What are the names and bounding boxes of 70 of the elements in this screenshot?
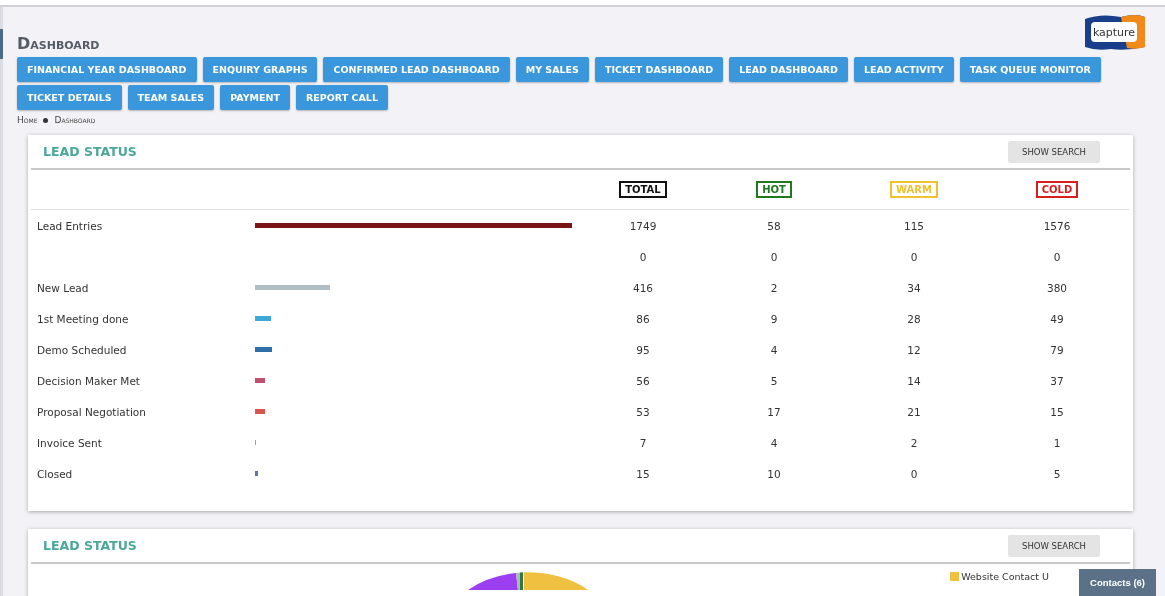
table-cell: 0 [910,467,918,480]
contacts-button[interactable]: Contacts (6) [1079,569,1156,596]
table-cell: 28 [907,312,921,325]
card-title: LEAD STATUS [43,144,137,159]
nav-button[interactable]: CONFIRMED LEAD DASHBOARD [323,57,510,82]
column-header: WARM [890,181,938,198]
nav-button[interactable]: TICKET DASHBOARD [594,57,724,82]
table-cell: 15 [1050,405,1064,418]
breadcrumb-current: Dashboard [54,115,96,125]
table-cell: 0 [770,250,778,263]
table-cell: 10 [767,467,781,480]
table-cell: 95 [636,343,650,356]
legend-label: Website Contact U [961,571,1049,582]
row-label: 1st Meeting done [37,312,129,325]
column-header: HOT [756,181,792,198]
table-cell: 1749 [629,219,657,232]
nav-button[interactable]: MY SALES [515,57,589,82]
table-cell: 0 [910,250,918,263]
nav-button[interactable]: PAYMENT [220,85,290,110]
nav-button[interactable]: FINANCIAL YEAR DASHBOARD [17,57,197,82]
table-cell: 79 [1050,343,1064,356]
row-label: Proposal Negotiation [37,405,146,418]
nav-button[interactable]: TASK QUEUE MONITOR [959,57,1101,82]
card-title: LEAD STATUS [43,538,137,553]
table-cell: 49 [1050,312,1064,325]
row-label: Closed [37,467,73,480]
row-label: Lead Entries [37,219,103,232]
table-cell: 17 [767,405,781,418]
table-cell: 416 [632,281,653,294]
table-cell: 9 [770,312,778,325]
nav-button[interactable]: TICKET DETAILS [17,85,122,110]
table-cell: 2 [770,281,778,294]
row-label: Decision Maker Met [37,374,140,387]
table-cell: 14 [907,374,921,387]
table-cell: 5 [770,374,778,387]
table-cell: 15 [636,467,650,480]
table-cell: 56 [636,374,650,387]
table-cell: 7 [639,436,647,449]
row-label: Invoice Sent [37,436,102,449]
table-cell: 380 [1046,281,1067,294]
table-cell: 5 [1053,467,1061,480]
table-cell: 34 [907,281,921,294]
nav-button[interactable]: LEAD ACTIVITY [853,57,954,82]
separator-dot-icon [43,117,49,123]
table-cell: 4 [770,436,778,449]
table-cell: 58 [767,219,781,232]
column-header: TOTAL [619,181,667,198]
show-search-button[interactable]: SHOW SEARCH [1008,534,1100,557]
table-cell: 53 [636,405,650,418]
breadcrumb-link[interactable]: Home [17,115,38,125]
table-cell: 1 [1053,436,1061,449]
table-cell: 0 [639,250,647,263]
table-cell: 12 [907,343,921,356]
nav-button[interactable]: TEAM SALES [127,85,215,110]
show-search-button[interactable]: SHOW SEARCH [1008,140,1100,163]
table-cell: 4 [770,343,778,356]
nav-button[interactable]: REPORT CALL [296,85,388,110]
table-cell: 21 [907,405,921,418]
nav-button[interactable]: LEAD DASHBOARD [729,57,848,82]
table-cell: 1576 [1043,219,1071,232]
table-cell: 86 [636,312,650,325]
table-cell: 2 [910,436,918,449]
table-cell: 0 [1053,250,1061,263]
table-cell: 37 [1050,374,1064,387]
row-label: New Lead [37,281,89,294]
table-cell: 115 [903,219,924,232]
row-label: Demo Scheduled [37,343,127,356]
nav-button[interactable]: ENQUIRY GRAPHS [202,57,318,82]
column-header: COLD [1035,181,1079,198]
page-title: Dashboard [17,33,100,55]
